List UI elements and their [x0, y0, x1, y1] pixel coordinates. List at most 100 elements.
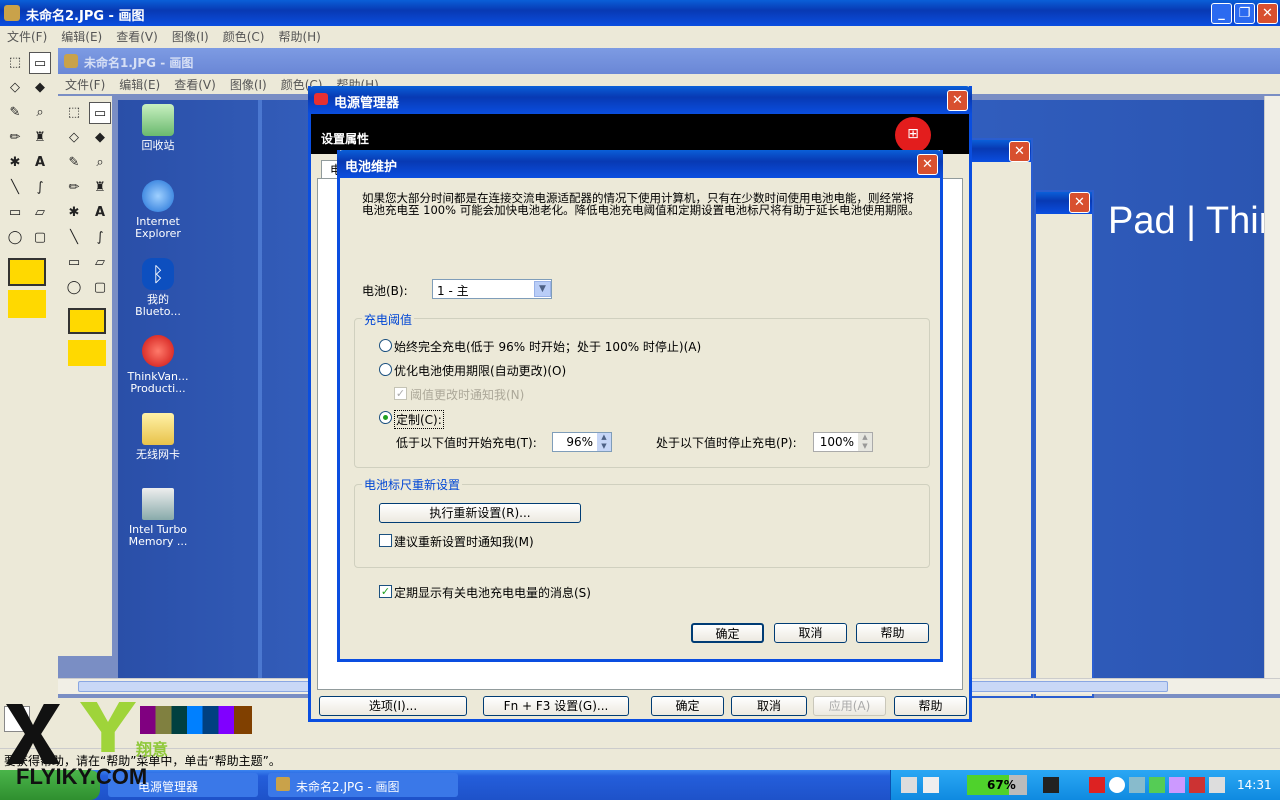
start-charge-spinner[interactable]: 96% ▲ ▼ [552, 432, 612, 452]
palette-swatches[interactable] [140, 706, 252, 734]
select-tool[interactable]: ▭ [89, 102, 111, 124]
help-icon[interactable] [923, 777, 939, 793]
ellipse-tool[interactable]: ◯ [63, 277, 85, 299]
bluetooth-tray-icon[interactable] [1109, 777, 1125, 793]
minimize-button[interactable]: _ [1211, 3, 1232, 24]
magnifier-tool[interactable]: ⌕ [89, 152, 111, 174]
fn-f3-settings-button[interactable]: Fn + F3 设置(G)... [483, 696, 629, 716]
free-select-tool[interactable]: ⬚ [63, 102, 85, 124]
dialog-help-button[interactable]: 帮助 [856, 623, 929, 643]
magnifier-tool[interactable]: ⌕ [29, 102, 51, 124]
dialog-ok-button[interactable]: 确定 [691, 623, 764, 643]
maximize-button[interactable]: ❐ [1234, 3, 1255, 24]
checkbox-periodic-message[interactable]: ✓ [379, 585, 392, 598]
pencil-tool[interactable]: ✏ [63, 177, 85, 199]
menu-view[interactable]: 查看(V) [167, 74, 223, 95]
opaque-option-icon[interactable] [8, 258, 46, 286]
brush-tool[interactable]: ♜ [89, 177, 111, 199]
spinner-arrows-icon[interactable]: ▲ ▼ [597, 433, 611, 451]
radio-full-charge[interactable] [379, 339, 392, 352]
fill-tool[interactable]: ◆ [89, 127, 111, 149]
taskbar-item-paint[interactable]: 未命名2.JPG - 画图 [268, 773, 458, 797]
desktop-icon-recycle-bin[interactable]: 回收站 [123, 104, 193, 152]
options-button[interactable]: 选项(I)... [319, 696, 467, 716]
polygon-tool[interactable]: ▱ [89, 252, 111, 274]
desktop-icon-bluetooth[interactable]: ᛒ 我的 Blueto... [123, 258, 193, 318]
desktop-icon-ie[interactable]: Internet Explorer [123, 180, 193, 240]
menu-file[interactable]: 文件(F) [58, 74, 112, 95]
transparent-option-icon[interactable] [68, 340, 106, 366]
vertical-scrollbar[interactable] [1264, 96, 1280, 678]
keyboard-icon[interactable] [901, 777, 917, 793]
airbrush-tool[interactable]: ✱ [4, 152, 26, 174]
curve-tool[interactable]: ∫ [89, 227, 111, 249]
opaque-option-icon[interactable] [68, 308, 106, 334]
menu-edit[interactable]: 编辑(E) [54, 26, 109, 47]
select-tool[interactable]: ▭ [29, 52, 51, 74]
transparent-option-icon[interactable] [8, 290, 46, 318]
menu-help[interactable]: 帮助(H) [271, 26, 327, 47]
desktop-icon-wireless[interactable]: 无线网卡 [123, 413, 193, 461]
close-button[interactable]: ✕ [1009, 141, 1030, 162]
help-button[interactable]: 帮助 [894, 696, 967, 716]
battery-select[interactable]: 1 - 主 ▼ [432, 279, 552, 299]
close-button[interactable]: ✕ [917, 154, 938, 175]
menu-edit[interactable]: 编辑(E) [112, 74, 167, 95]
ok-button[interactable]: 确定 [651, 696, 724, 716]
eraser-tool[interactable]: ◇ [63, 127, 85, 149]
picker-tool[interactable]: ✎ [4, 102, 26, 124]
color-palette [0, 700, 260, 740]
stop-charge-spinner[interactable]: 100% ▲ ▼ [813, 432, 873, 452]
close-button[interactable]: ✕ [1069, 192, 1090, 213]
spinner-arrows-icon[interactable]: ▲ ▼ [858, 433, 872, 451]
fill-tool[interactable]: ◆ [29, 77, 51, 99]
menu-image[interactable]: 图像(I) [223, 74, 274, 95]
checkbox-notify-reset[interactable] [379, 534, 392, 547]
radio-optimize[interactable] [379, 363, 392, 376]
polygon-tool[interactable]: ▱ [29, 202, 51, 224]
brush-tool[interactable]: ♜ [29, 127, 51, 149]
reset-gauge-button[interactable]: 执行重新设置(R)... [379, 503, 581, 523]
tray-app-icon[interactable] [1169, 777, 1185, 793]
network-icon[interactable] [1129, 777, 1145, 793]
line-tool[interactable]: ╲ [4, 177, 26, 199]
volume-icon[interactable] [1209, 777, 1225, 793]
battery-gauge[interactable]: 67% [967, 775, 1027, 795]
outer-title-bar: 未命名2.JPG - 画图 _ ❐ ✕ [0, 0, 1280, 26]
eraser-tool[interactable]: ◇ [4, 77, 26, 99]
cancel-button[interactable]: 取消 [731, 696, 807, 716]
desktop-icon-turbo-memory[interactable]: Intel Turbo Memory ... [123, 488, 193, 548]
airbrush-tool[interactable]: ✱ [63, 202, 85, 224]
threshold-group-label: 充电阈值 [362, 311, 415, 328]
taskbar-item-power-manager[interactable]: 电源管理器 [108, 773, 258, 797]
rounded-rect-tool[interactable]: ▢ [29, 227, 51, 249]
power-plug-icon[interactable] [1043, 777, 1059, 793]
text-tool[interactable]: A [89, 202, 111, 224]
rounded-rect-tool[interactable]: ▢ [89, 277, 111, 299]
text-tool[interactable]: A [29, 152, 51, 174]
close-button[interactable]: ✕ [947, 90, 968, 111]
pencil-tool[interactable]: ✏ [4, 127, 26, 149]
rect-tool[interactable]: ▭ [4, 202, 26, 224]
apply-button[interactable]: 应用(A) [813, 696, 886, 716]
rect-tool[interactable]: ▭ [63, 252, 85, 274]
line-tool[interactable]: ╲ [63, 227, 85, 249]
menu-view[interactable]: 查看(V) [109, 26, 165, 47]
menu-image[interactable]: 图像(I) [165, 26, 216, 47]
picker-tool[interactable]: ✎ [63, 152, 85, 174]
checkbox-notify-change[interactable]: ✓ [394, 387, 407, 400]
ati-icon[interactable] [1089, 777, 1105, 793]
curve-tool[interactable]: ∫ [29, 177, 51, 199]
free-select-tool[interactable]: ⬚ [4, 52, 26, 74]
ellipse-tool[interactable]: ◯ [4, 227, 26, 249]
radio-custom[interactable] [379, 411, 392, 424]
dialog-cancel-button[interactable]: 取消 [774, 623, 847, 643]
chevron-down-icon[interactable]: ▼ [534, 281, 551, 297]
menu-file[interactable]: 文件(F) [0, 26, 54, 47]
start-button[interactable] [0, 770, 100, 800]
desktop-icon-thinkvantage[interactable]: ThinkVan... Producti... [123, 335, 193, 395]
close-button[interactable]: ✕ [1257, 3, 1278, 24]
wireless-icon[interactable] [1149, 777, 1165, 793]
security-icon[interactable] [1189, 777, 1205, 793]
menu-colors[interactable]: 颜色(C) [216, 26, 272, 47]
